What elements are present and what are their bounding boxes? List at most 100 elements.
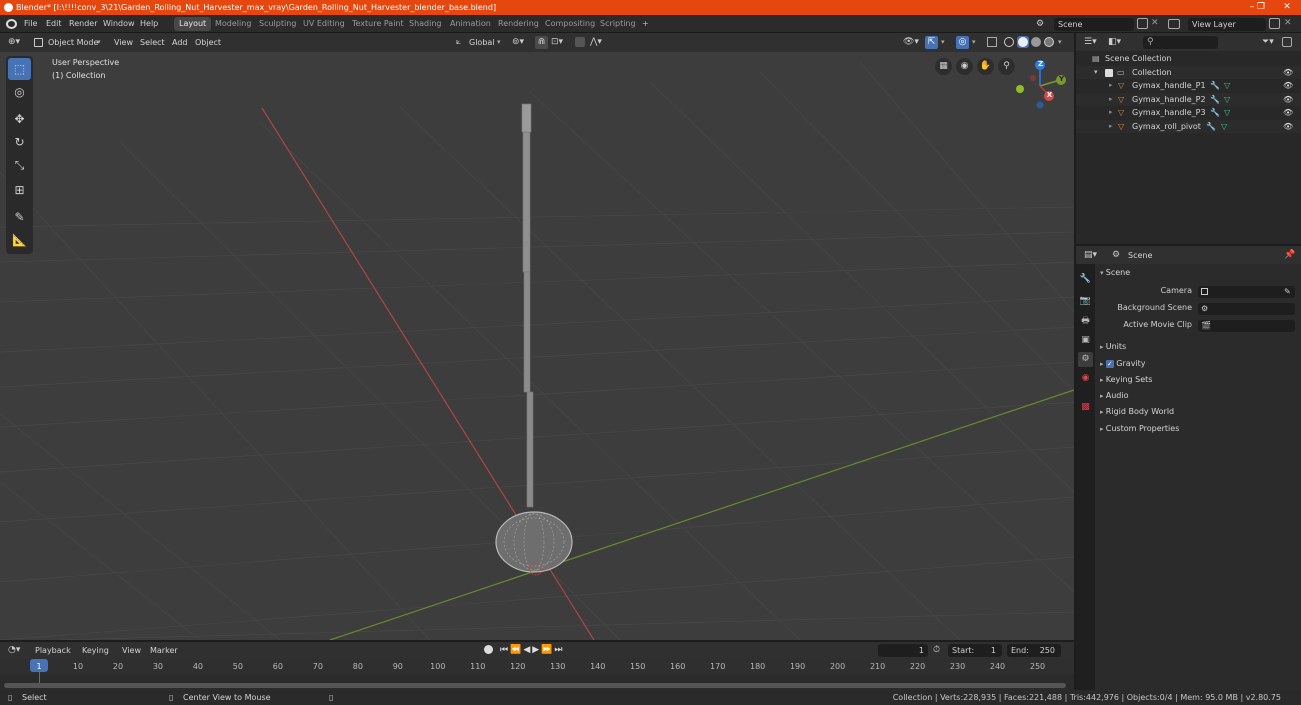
tab-layout[interactable]: Layout <box>174 17 212 31</box>
menu-edit[interactable]: Edit <box>46 18 62 30</box>
tab-texture-paint[interactable]: Texture Paint <box>347 17 409 31</box>
scene-icon[interactable]: ⚙ <box>1036 19 1050 29</box>
menu-keying[interactable]: Keying <box>82 644 109 657</box>
chevron-down-icon[interactable]: ▾ <box>1094 66 1098 80</box>
list-item[interactable]: ▸ ▽ Gymax_handle_P3 🔧 ▽ 👁 <box>1076 106 1301 120</box>
camera-field[interactable]: ✎ <box>1198 286 1295 298</box>
end-frame-field[interactable]: End: 250 <box>1007 644 1061 657</box>
record-icon[interactable] <box>484 645 493 654</box>
camera-view-icon[interactable]: ◉ <box>956 58 973 75</box>
gizmo-toggle-icon[interactable]: ⇱ <box>925 36 938 49</box>
move-tool-icon[interactable]: ✥ <box>8 108 31 130</box>
render-tab-icon[interactable]: 📷 <box>1078 294 1093 309</box>
new-collection-icon[interactable] <box>1282 37 1292 47</box>
scene-panel-header[interactable]: ▾ Scene <box>1100 266 1130 279</box>
xray-icon[interactable] <box>987 37 997 47</box>
keying-sets-panel-header[interactable]: ▸ Keying Sets <box>1100 373 1295 386</box>
active-movie-clip-field[interactable]: 🎬 <box>1198 320 1295 332</box>
solid-shading-icon[interactable] <box>1017 36 1029 48</box>
chevron-right-icon[interactable]: ▸ <box>1109 79 1113 93</box>
rendered-shading-icon[interactable] <box>1044 37 1054 47</box>
tab-modeling[interactable]: Modeling <box>210 17 256 31</box>
select-box-tool-icon[interactable]: ⬚ <box>8 58 31 80</box>
list-item[interactable]: ▾ ▭ Collection 👁 <box>1076 65 1301 80</box>
pivot-point-icon[interactable]: ⊚▾ <box>512 37 524 48</box>
chevron-down-icon[interactable]: ▾ <box>1058 36 1062 49</box>
jump-end-icon[interactable]: ⏭ <box>554 645 564 655</box>
menu-view[interactable]: View <box>114 36 133 49</box>
prev-keyframe-icon[interactable]: ⏪ <box>510 645 523 655</box>
menu-help[interactable]: Help <box>140 18 158 30</box>
chevron-down-icon[interactable]: ▾ <box>941 36 945 49</box>
view-layer-selector[interactable]: View Layer <box>1188 18 1266 31</box>
play-reverse-icon[interactable]: ◀ <box>523 645 532 655</box>
scale-tool-icon[interactable]: ⤡ <box>8 154 31 176</box>
display-mode-icon[interactable]: ◧▾ <box>1108 37 1121 48</box>
filter-icon[interactable]: ⏷▾ <box>1262 37 1274 48</box>
add-workspace-button[interactable]: + <box>637 17 654 31</box>
new-scene-icon[interactable] <box>1137 18 1148 29</box>
chevron-right-icon[interactable]: ▸ <box>1109 120 1113 134</box>
tab-compositing[interactable]: Compositing <box>540 17 600 31</box>
jump-start-icon[interactable]: ⏮ <box>500 645 510 655</box>
material-shading-icon[interactable] <box>1031 37 1041 47</box>
menu-add[interactable]: Add <box>172 36 188 49</box>
list-item[interactable]: ▸ ▽ Gymax_handle_P2 🔧 ▽ 👁 <box>1076 92 1301 107</box>
wireframe-shading-icon[interactable] <box>1004 37 1014 47</box>
toggle-camera-view-icon[interactable]: ▦ <box>935 58 952 75</box>
eye-icon[interactable]: 👁 <box>1283 120 1293 134</box>
tab-sculpting[interactable]: Sculpting <box>254 17 301 31</box>
menu-timeline-view[interactable]: View <box>122 644 141 657</box>
list-item[interactable]: ▤ Scene Collection <box>1076 52 1301 66</box>
eye-icon[interactable]: 👁 <box>1283 66 1293 80</box>
menu-object[interactable]: Object <box>195 36 221 49</box>
stopwatch-icon[interactable]: ⏱ <box>933 644 940 656</box>
tab-animation[interactable]: Animation <box>445 17 496 31</box>
tool-tab-icon[interactable]: 🔧 <box>1078 272 1093 287</box>
tab-scripting[interactable]: Scripting <box>595 17 641 31</box>
editor-type-icon[interactable]: ☰▾ <box>1084 37 1097 48</box>
background-scene-field[interactable]: ⚙ <box>1198 303 1295 315</box>
next-keyframe-icon[interactable]: ⏩ <box>541 645 554 655</box>
close-button[interactable]: ✕ <box>1272 0 1301 15</box>
menu-playback[interactable]: Playback <box>35 644 71 657</box>
snap-icon[interactable]: ⋒ <box>535 36 548 49</box>
world-tab-icon[interactable]: ◉ <box>1078 371 1093 386</box>
gravity-checkbox[interactable]: ✓ <box>1105 359 1114 368</box>
rigid-body-world-panel-header[interactable]: ▸ Rigid Body World <box>1100 405 1295 418</box>
new-view-layer-icon[interactable] <box>1269 18 1280 29</box>
cursor-tool-icon[interactable]: ◎ <box>8 81 31 103</box>
pan-view-icon[interactable]: ✋ <box>977 58 994 75</box>
checkbox-icon[interactable] <box>1105 68 1113 77</box>
start-frame-field[interactable]: Start: 1 <box>948 644 1002 657</box>
timeline-scrollbar[interactable] <box>4 683 1066 688</box>
eye-icon[interactable]: 👁 <box>1283 93 1293 107</box>
annotate-tool-icon[interactable]: ✎ <box>8 206 31 228</box>
tab-rendering[interactable]: Rendering <box>493 17 544 31</box>
mode-dropdown[interactable]: Object Mode <box>48 36 98 49</box>
units-panel-header[interactable]: ▸ Units <box>1100 340 1295 353</box>
blender-menu-icon[interactable] <box>6 19 17 29</box>
editor-type-icon[interactable]: ▤▾ <box>1084 250 1097 261</box>
current-frame-field[interactable]: 1 <box>878 644 928 657</box>
list-item[interactable]: ▸ ▽ Gymax_roll_pivot 🔧 ▽ 👁 <box>1076 119 1301 134</box>
view-layer-tab-icon[interactable]: ▣ <box>1078 333 1093 348</box>
play-icon[interactable]: ▶ <box>532 645 541 655</box>
falloff-icon[interactable]: ⋀▾ <box>590 37 602 48</box>
gravity-panel-header[interactable]: ▸ ✓ Gravity <box>1100 357 1295 370</box>
eye-icon[interactable]: 👁 <box>1283 106 1293 120</box>
audio-panel-header[interactable]: ▸ Audio <box>1100 389 1295 402</box>
measure-tool-icon[interactable]: 📐 <box>8 229 31 251</box>
rotate-tool-icon[interactable]: ↻ <box>8 131 31 153</box>
visibility-icon[interactable]: 👁▾ <box>903 37 919 48</box>
maximize-button[interactable]: ❐ <box>1253 0 1269 15</box>
chevron-down-icon[interactable]: ▾ <box>972 36 976 49</box>
eyedropper-icon[interactable]: ✎ <box>1284 286 1291 298</box>
scene-tab-icon[interactable]: ⚙ <box>1078 352 1093 367</box>
tab-shading[interactable]: Shading <box>404 17 447 31</box>
transform-tool-icon[interactable]: ⊞ <box>8 179 31 201</box>
chevron-right-icon[interactable]: ▸ <box>1109 93 1113 107</box>
outliner-search-input[interactable] <box>1143 36 1218 49</box>
view-layer-icon[interactable] <box>1168 19 1180 29</box>
menu-window[interactable]: Window <box>103 18 135 30</box>
